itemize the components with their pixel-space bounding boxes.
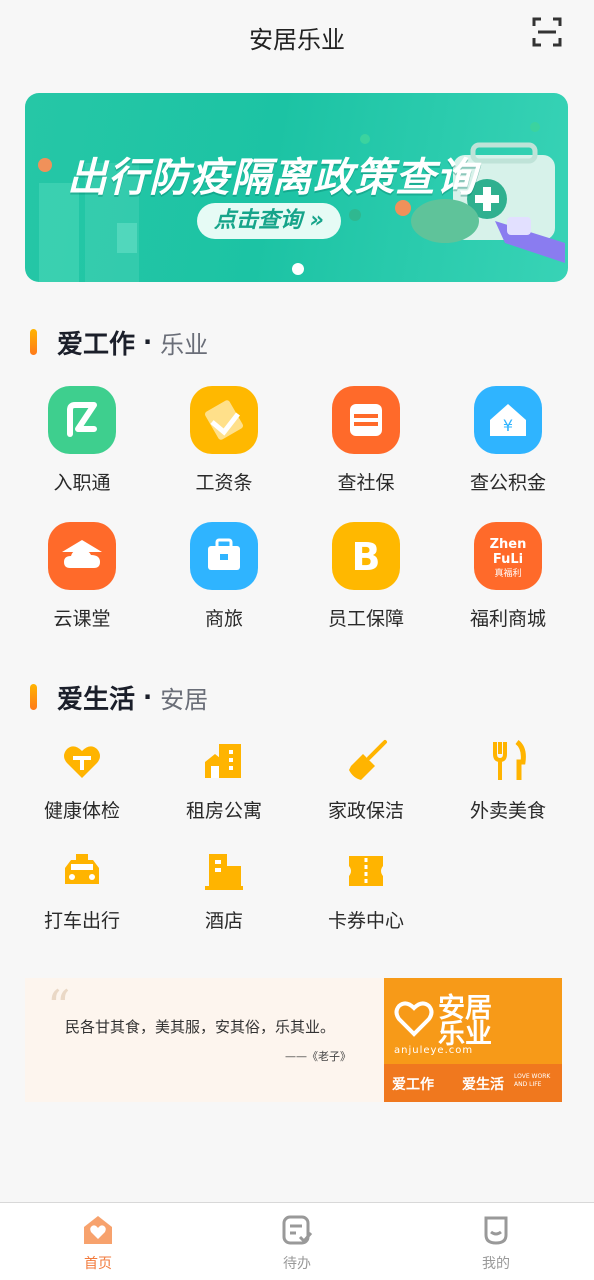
home-icon <box>81 1213 115 1247</box>
header: 安居乐业 <box>0 0 594 72</box>
quote-card: “ 民各甘其食，美其服，安其俗，乐其业。 ——《老子》 安居乐业 anjuley… <box>25 978 562 1102</box>
cloud-class-icon <box>48 522 116 590</box>
slogan-english: LOVE WORK AND LIFE <box>514 1073 551 1088</box>
section-accent-bar <box>30 684 37 710</box>
banner-query-button[interactable]: 点击查询 » <box>197 203 341 239</box>
section-accent-bar <box>30 329 37 355</box>
brand-slogan-strip: 爱工作 爱生活 LOVE WORK AND LIFE <box>384 1064 562 1102</box>
svg-text:真福利: 真福利 <box>494 567 521 579</box>
item-label: 商旅 <box>204 608 243 630</box>
life-item-coupon[interactable]: 卡券中心 <box>296 848 436 933</box>
section-title-main: 爱工作 <box>57 329 136 360</box>
cleaning-icon <box>343 738 389 784</box>
taxi-icon <box>59 848 105 894</box>
employee-protection-icon: B <box>332 522 400 590</box>
work-item-social-security[interactable]: 查社保 <box>296 386 436 495</box>
quote-text: 民各甘其食，美其服，安其俗，乐其业。 <box>65 1018 336 1036</box>
section-title-life: 爱生活 · 安居 <box>30 680 209 715</box>
banner-title: 出行防疫隔离政策查询 <box>67 155 477 201</box>
work-item-cloud-class[interactable]: 云课堂 <box>12 522 152 631</box>
health-check-icon <box>59 738 105 784</box>
life-item-taxi[interactable]: 打车出行 <box>12 848 152 933</box>
work-item-onboarding[interactable]: 入职通 <box>12 386 152 495</box>
tab-label: 首页 <box>84 1256 112 1272</box>
section-subtitle: 安居 <box>160 685 209 714</box>
item-label: 查公积金 <box>469 472 546 494</box>
section-separator: · <box>143 683 153 711</box>
onboarding-icon <box>48 386 116 454</box>
svg-text:FuLi: FuLi <box>493 552 523 567</box>
slogan-life: 爱生活 <box>462 1077 504 1093</box>
todo-icon <box>280 1213 314 1247</box>
carousel-indicator <box>292 263 304 275</box>
item-label: 查社保 <box>337 472 395 494</box>
brand-heart-icon <box>394 1001 434 1037</box>
bottom-tabbar: 首页 待办 我的 <box>0 1202 594 1280</box>
promo-banner[interactable]: 出行防疫隔离政策查询 点击查询 » <box>25 93 568 282</box>
life-item-hotel[interactable]: 酒店 <box>154 848 294 933</box>
life-item-food-delivery[interactable]: 外卖美食 <box>438 738 578 823</box>
svg-text:Zhen: Zhen <box>490 537 527 552</box>
life-item-apartment[interactable]: 租房公寓 <box>154 738 294 823</box>
tab-profile[interactable]: 我的 <box>436 1213 556 1273</box>
work-item-welfare-mall[interactable]: Zhen FuLi 真福利 福利商城 <box>438 522 578 631</box>
work-item-employee-protection[interactable]: B 员工保障 <box>296 522 436 631</box>
life-item-cleaning[interactable]: 家政保洁 <box>296 738 436 823</box>
item-label: 家政保洁 <box>327 800 404 822</box>
item-label: 外卖美食 <box>469 800 546 822</box>
brand-url: anjuleye.com <box>394 1045 474 1056</box>
item-label: 租房公寓 <box>185 800 262 822</box>
quote-source: ——《老子》 <box>285 1050 351 1063</box>
item-label: 云课堂 <box>53 608 111 630</box>
social-security-icon <box>332 386 400 454</box>
item-label: 打车出行 <box>43 910 120 932</box>
svg-text:B: B <box>352 535 381 579</box>
item-label: 工资条 <box>195 472 253 494</box>
tab-label: 待办 <box>283 1256 311 1272</box>
brand-logo: 安居乐业 anjuleye.com 爱工作 爱生活 LOVE WORK AND … <box>384 978 562 1102</box>
life-item-health-check[interactable]: 健康体检 <box>12 738 152 823</box>
welfare-mall-icon: Zhen FuLi 真福利 <box>474 522 542 590</box>
item-label: 酒店 <box>204 910 243 932</box>
brand-name: 安居乐业 <box>438 993 492 1050</box>
item-label: 员工保障 <box>327 608 404 630</box>
section-title-main: 爱生活 <box>57 684 136 715</box>
slogan-work: 爱工作 <box>392 1077 434 1093</box>
work-item-business-travel[interactable]: 商旅 <box>154 522 294 631</box>
item-label: 福利商城 <box>469 608 546 630</box>
apartment-icon <box>201 738 247 784</box>
section-subtitle: 乐业 <box>160 330 209 359</box>
work-item-housing-fund[interactable]: ¥ 查公积金 <box>438 386 578 495</box>
tab-label: 我的 <box>482 1256 510 1272</box>
payslip-icon <box>190 386 258 454</box>
page-title: 安居乐业 <box>249 26 345 54</box>
food-delivery-icon <box>485 738 531 784</box>
item-label: 健康体检 <box>43 800 120 822</box>
tab-todo[interactable]: 待办 <box>237 1213 357 1273</box>
profile-icon <box>479 1213 513 1247</box>
item-label: 入职通 <box>53 472 111 494</box>
business-travel-icon <box>190 522 258 590</box>
svg-text:¥: ¥ <box>503 416 513 435</box>
work-item-payslip[interactable]: 工资条 <box>154 386 294 495</box>
tab-home[interactable]: 首页 <box>38 1213 158 1273</box>
section-separator: · <box>143 328 153 356</box>
hotel-icon <box>201 848 247 894</box>
coupon-icon <box>343 848 389 894</box>
housing-fund-icon: ¥ <box>474 386 542 454</box>
section-title-work: 爱工作 · 乐业 <box>30 325 209 360</box>
scan-icon[interactable] <box>532 17 562 47</box>
item-label: 卡券中心 <box>327 910 404 932</box>
